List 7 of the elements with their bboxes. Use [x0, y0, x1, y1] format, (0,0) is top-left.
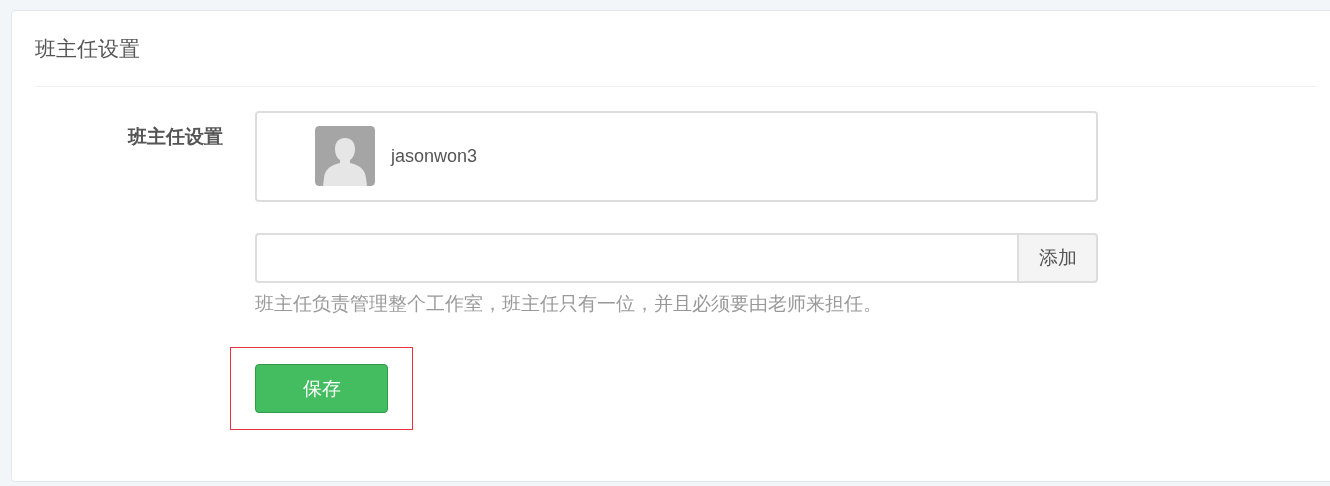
field-label: 班主任设置 — [126, 125, 223, 149]
panel-title: 班主任设置 — [35, 35, 140, 62]
add-button[interactable]: 添加 — [1017, 233, 1098, 283]
username: jasonwon3 — [391, 145, 478, 167]
help-text: 班主任负责管理整个工作室，班主任只有一位，并且必须要由老师来担任。 — [255, 292, 883, 316]
avatar-icon — [315, 126, 375, 186]
member-input-field[interactable] — [255, 233, 1017, 283]
